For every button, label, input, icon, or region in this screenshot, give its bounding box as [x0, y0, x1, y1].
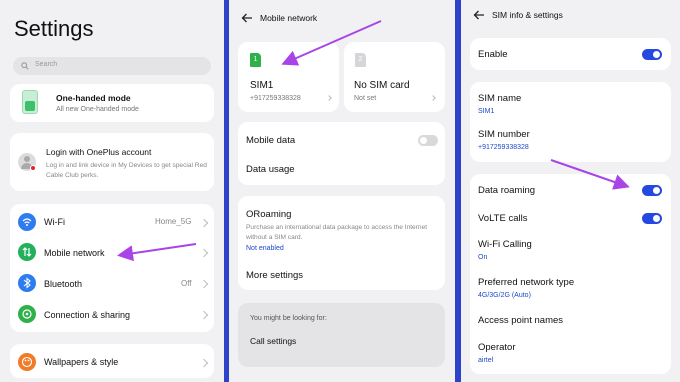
annotation-arrow [281, 20, 382, 66]
annotation-arrows [117, 20, 630, 262]
annotation-arrow [550, 159, 630, 190]
annotation-arrow [117, 243, 197, 262]
